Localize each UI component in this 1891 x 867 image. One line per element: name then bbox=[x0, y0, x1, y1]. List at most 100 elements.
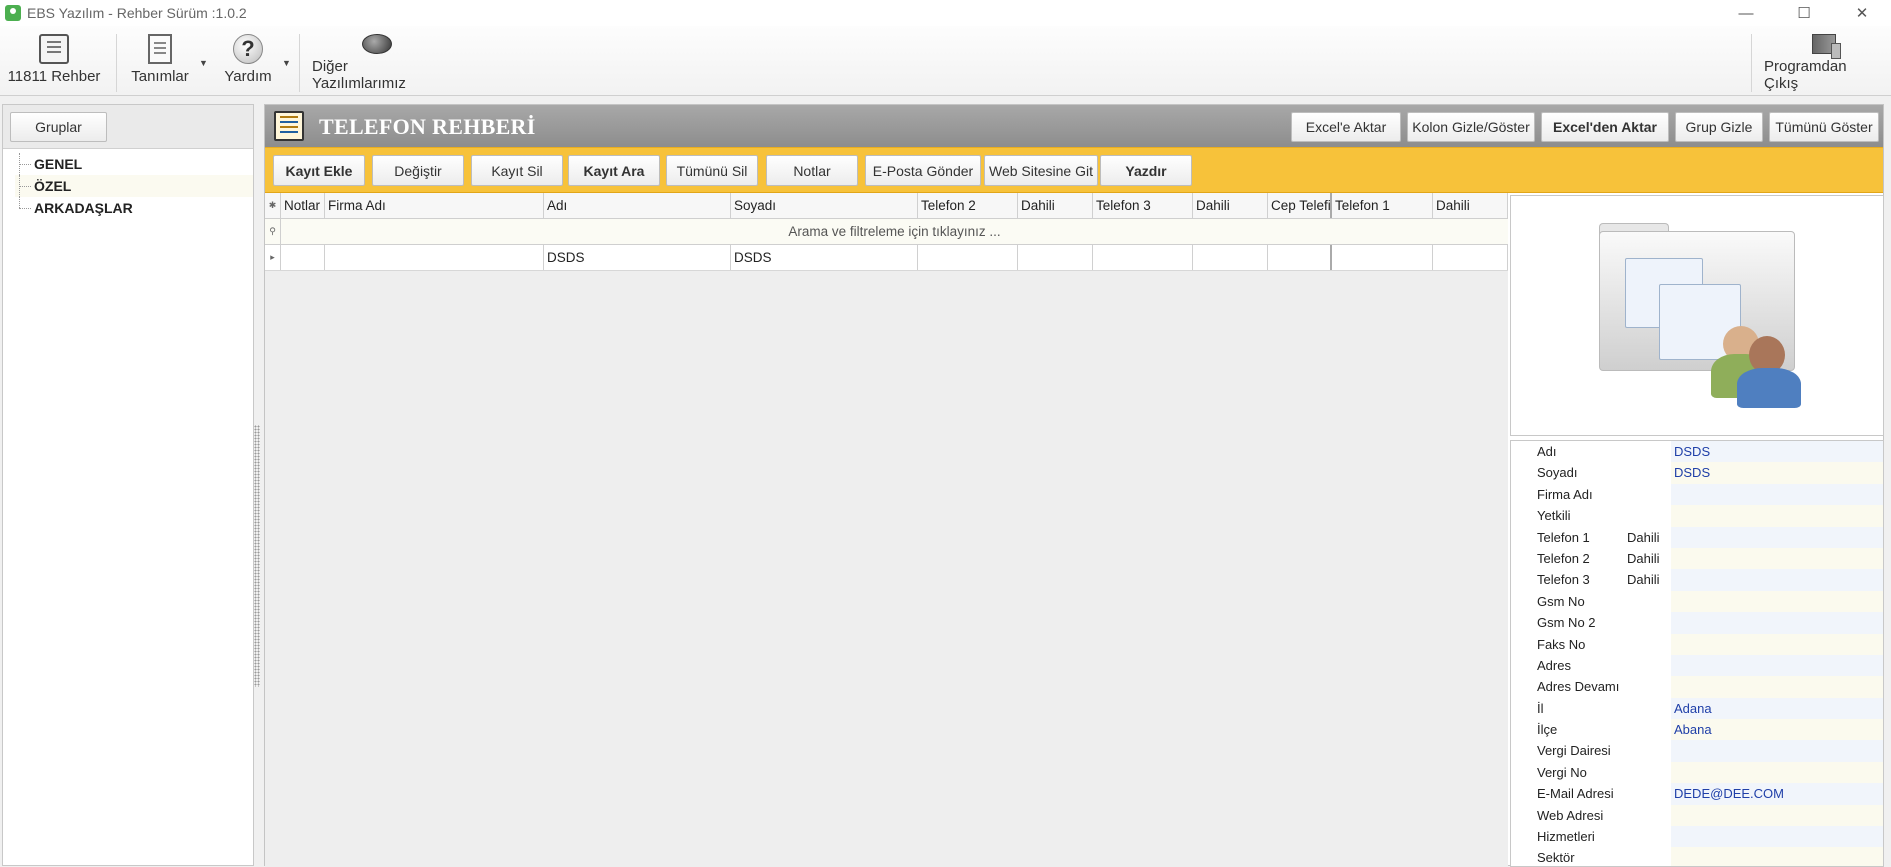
notes-button[interactable]: Notlar bbox=[766, 155, 858, 186]
minimize-button[interactable]: — bbox=[1717, 0, 1775, 26]
detail-label-text: E-Mail Adresi bbox=[1537, 786, 1614, 802]
column-header[interactable]: Telefon 2 bbox=[918, 193, 1018, 218]
detail-value[interactable] bbox=[1671, 547, 1883, 570]
delete-all-button[interactable]: Tümünü Sil bbox=[666, 155, 758, 186]
detail-label-text: Adı bbox=[1537, 444, 1557, 459]
excel-export-button[interactable]: Excel'e Aktar bbox=[1291, 112, 1401, 142]
table-cell[interactable] bbox=[1268, 245, 1332, 270]
detail-value[interactable] bbox=[1671, 804, 1883, 827]
exit-button[interactable]: Programdan Çıkış bbox=[1764, 34, 1884, 92]
detail-value[interactable] bbox=[1671, 526, 1883, 548]
delete-record-button[interactable]: Kayıt Sil bbox=[471, 155, 563, 186]
table-cell[interactable] bbox=[281, 245, 325, 270]
yardim-label: Yardım bbox=[224, 68, 272, 85]
print-button[interactable]: Yazdır bbox=[1100, 155, 1192, 186]
table-cell[interactable]: DSDS bbox=[731, 245, 918, 270]
detail-value[interactable]: DSDS bbox=[1671, 462, 1883, 484]
group-item-genel[interactable]: GENEL bbox=[15, 153, 253, 175]
detail-value[interactable] bbox=[1671, 569, 1883, 591]
detail-value[interactable] bbox=[1671, 761, 1883, 784]
diger-yazilimlar-button[interactable]: Diğer Yazılımlarımız bbox=[312, 34, 442, 92]
detail-value[interactable] bbox=[1671, 847, 1883, 866]
detail-label: Firma Adı bbox=[1511, 484, 1671, 505]
yardim-button[interactable]: ? Yardım bbox=[220, 34, 276, 92]
column-header[interactable]: Soyadı bbox=[731, 193, 918, 218]
gruplar-button[interactable]: Gruplar bbox=[10, 112, 107, 142]
detail-label: Gsm No bbox=[1511, 591, 1671, 612]
send-email-button[interactable]: E-Posta Gönder bbox=[865, 155, 981, 186]
column-header[interactable]: Dahili bbox=[1193, 193, 1268, 218]
grid-filter-row[interactable]: ⚲ Arama ve filtreleme için tıklayınız ..… bbox=[265, 219, 1508, 245]
detail-value[interactable] bbox=[1671, 633, 1883, 655]
group-hide-button[interactable]: Grup Gizle bbox=[1675, 112, 1763, 142]
column-header[interactable]: Adı bbox=[544, 193, 731, 218]
add-record-button[interactable]: Kayıt Ekle bbox=[273, 155, 365, 186]
contacts-grid[interactable]: ✱ Notlar Firma Adı Adı Soyadı Telefon 2 … bbox=[265, 193, 1508, 867]
table-cell[interactable] bbox=[918, 245, 1018, 270]
table-cell[interactable] bbox=[1018, 245, 1093, 270]
contact-photo[interactable] bbox=[1510, 195, 1884, 436]
column-header[interactable]: Telefon 1 bbox=[1332, 193, 1433, 218]
column-header[interactable]: Notlar bbox=[281, 193, 325, 218]
detail-value[interactable] bbox=[1671, 483, 1883, 506]
detail-value[interactable]: DSDS bbox=[1671, 441, 1883, 463]
detail-value[interactable] bbox=[1671, 740, 1883, 762]
column-header[interactable]: Telefon 3 bbox=[1093, 193, 1193, 218]
table-cell[interactable] bbox=[325, 245, 544, 270]
detail-value[interactable] bbox=[1671, 505, 1883, 527]
group-item-arkadaslar[interactable]: ARKADAŞLAR bbox=[15, 197, 253, 219]
open-website-button[interactable]: Web Sitesine Git bbox=[984, 155, 1098, 186]
column-header[interactable]: Firma Adı bbox=[325, 193, 544, 218]
detail-value[interactable]: DEDE@DEE.COM bbox=[1671, 783, 1883, 805]
detail-value[interactable]: Adana bbox=[1671, 697, 1883, 720]
show-all-button[interactable]: Tümünü Göster bbox=[1769, 112, 1879, 142]
maximize-button[interactable]: ☐ bbox=[1775, 0, 1833, 26]
search-record-button[interactable]: Kayıt Ara bbox=[568, 155, 660, 186]
detail-value[interactable] bbox=[1671, 654, 1883, 677]
excel-import-button[interactable]: Excel'den Aktar bbox=[1541, 112, 1669, 142]
table-row[interactable]: ▸ DSDS DSDS bbox=[265, 245, 1508, 271]
rehber-button[interactable]: 11811 Rehber bbox=[5, 34, 103, 92]
detail-label-text: Vergi Dairesi bbox=[1537, 743, 1611, 759]
detail-label: Web Adresi bbox=[1511, 805, 1671, 826]
table-cell[interactable]: DSDS bbox=[544, 245, 731, 270]
detail-label-text: Gsm No bbox=[1537, 593, 1585, 609]
detail-value[interactable] bbox=[1671, 612, 1883, 634]
detail-value[interactable] bbox=[1671, 676, 1883, 698]
detail-row: Telefon 1 Dahili bbox=[1511, 526, 1883, 548]
yardim-dropdown-icon[interactable]: ▼ bbox=[282, 58, 291, 68]
detail-row: Vergi No bbox=[1511, 761, 1883, 784]
grid-corner-icon[interactable]: ✱ bbox=[265, 193, 281, 218]
person-body-icon bbox=[1737, 368, 1801, 408]
filter-placeholder[interactable]: Arama ve filtreleme için tıklayınız ... bbox=[281, 219, 1508, 244]
table-cell[interactable] bbox=[1093, 245, 1193, 270]
detail-label-text: Adres Devamı bbox=[1537, 679, 1620, 695]
group-item-ozel[interactable]: ÖZEL bbox=[15, 175, 253, 197]
table-cell[interactable] bbox=[1193, 245, 1268, 270]
panel-splitter[interactable] bbox=[254, 425, 260, 687]
table-cell[interactable] bbox=[1332, 245, 1433, 270]
detail-label-text: Yetkili bbox=[1537, 508, 1571, 524]
detail-value[interactable] bbox=[1671, 590, 1883, 613]
tanimlar-dropdown-icon[interactable]: ▼ bbox=[199, 58, 208, 68]
detail-label-text: İlçe bbox=[1537, 722, 1558, 738]
close-button[interactable]: ✕ bbox=[1833, 0, 1891, 26]
detail-label: Telefon 3 Dahili bbox=[1511, 569, 1671, 590]
exit-label: Programdan Çıkış bbox=[1764, 58, 1847, 92]
column-header[interactable]: Dahili bbox=[1433, 193, 1508, 218]
detail-value[interactable]: Abana bbox=[1671, 719, 1883, 741]
detail-label-text: Soyadı bbox=[1537, 465, 1578, 481]
detail-value[interactable] bbox=[1671, 826, 1883, 848]
edit-record-button[interactable]: Değiştir bbox=[372, 155, 464, 186]
detail-label-text: Hizmetleri bbox=[1537, 829, 1595, 845]
column-toggle-button[interactable]: Kolon Gizle/Göster bbox=[1407, 112, 1535, 142]
column-header[interactable]: Dahili bbox=[1018, 193, 1093, 218]
groups-header: Gruplar bbox=[3, 105, 253, 149]
detail-label-text: Faks No bbox=[1537, 636, 1586, 652]
detail-row: Firma Adı bbox=[1511, 483, 1883, 506]
column-header[interactable]: Cep Telefi bbox=[1268, 193, 1332, 218]
globe-icon bbox=[362, 34, 392, 54]
table-cell[interactable] bbox=[1433, 245, 1508, 270]
window-title: EBS Yazılım - Rehber Sürüm :1.0.2 bbox=[27, 5, 247, 21]
tanimlar-button[interactable]: Tanımlar bbox=[130, 34, 190, 92]
